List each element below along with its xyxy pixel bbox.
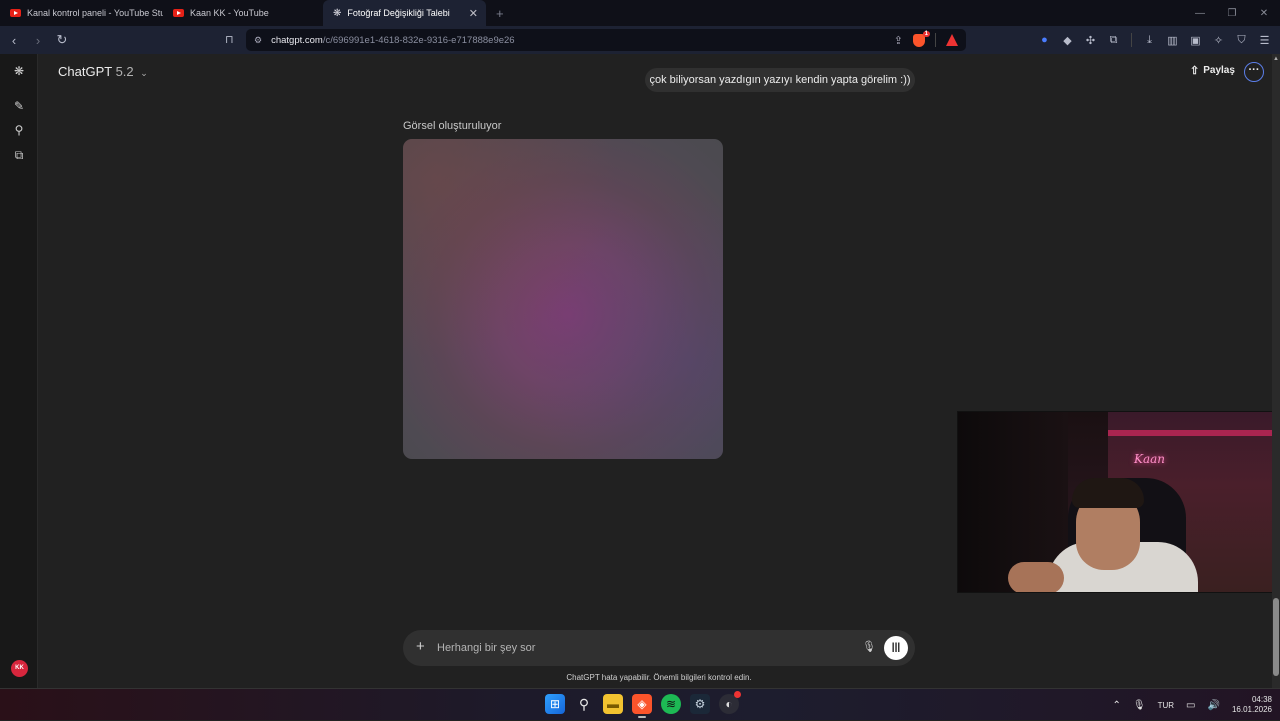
- search-icon[interactable]: ⚲: [574, 694, 594, 714]
- app-icon[interactable]: ◐: [719, 691, 741, 714]
- page-scrollbar-track[interactable]: [1272, 54, 1280, 688]
- taskbar-apps: ⊞ ⚲ ▬ ◈ ≋ ⚙ ◐: [545, 691, 741, 718]
- time: 04:38: [1251, 695, 1272, 704]
- page-scrollbar-thumb[interactable]: [1273, 598, 1279, 676]
- share-icon: ⇧: [1190, 65, 1200, 77]
- chatgpt-sidebar-rail: ❋ ✎ ⚲ ⧉: [0, 54, 38, 688]
- voice-mode-icon[interactable]: |||: [884, 636, 908, 660]
- close-tab-icon[interactable]: ✕: [469, 7, 478, 20]
- divider: [1131, 33, 1132, 47]
- site-info-icon[interactable]: ⚙: [254, 35, 262, 46]
- model-name: ChatGPT: [58, 64, 112, 79]
- user-message: çok biliyorsan yazdıgın yazıyı kendin ya…: [645, 68, 915, 92]
- browser-tab-strip: Kanal kontrol paneli - YouTube Studio Ka…: [0, 0, 1280, 26]
- screenshot-icon[interactable]: ⧉: [1104, 34, 1123, 47]
- volume-icon[interactable]: 🔊: [1208, 700, 1220, 711]
- generating-label: Görsel oluşturuluyor: [403, 120, 502, 132]
- minimize-icon[interactable]: —: [1184, 8, 1216, 19]
- prompt-input[interactable]: [437, 639, 837, 657]
- image-generation-placeholder: [403, 139, 723, 459]
- windows-start-icon[interactable]: ⊞: [545, 694, 565, 714]
- url-path: /c/696991e1-4618-832e-9316-e717888e9e26: [322, 34, 515, 46]
- show-hidden-icons-icon[interactable]: ⌃: [1113, 700, 1121, 711]
- webcam-neon-sign: Kaan: [1134, 452, 1166, 466]
- avatar[interactable]: KK: [11, 660, 28, 677]
- more-options-icon[interactable]: ···: [1244, 62, 1264, 82]
- tab-youtube-channel[interactable]: Kaan KK - YouTube: [163, 0, 323, 26]
- library-icon[interactable]: ⧉: [12, 148, 26, 162]
- clock[interactable]: 04:38 16.01.2026: [1232, 695, 1272, 715]
- system-tray: ⌃ 🎙 TUR ▭ 🔊 04:38 16.01.2026: [1113, 689, 1273, 721]
- webcam-person-hand: [1008, 562, 1064, 592]
- disclaimer-text: ChatGPT hata yapabilir. Önemli bilgileri…: [566, 673, 752, 682]
- brave-browser-icon[interactable]: ◈: [632, 694, 652, 718]
- youtube-icon: [10, 9, 21, 17]
- brave-rewards-icon[interactable]: [946, 34, 958, 46]
- tab-title: Fotoğraf Değişikliği Talebi: [347, 8, 450, 18]
- scroll-up-icon[interactable]: ▲: [1273, 56, 1279, 62]
- model-selector[interactable]: ChatGPT 5.2 ⌄: [58, 64, 148, 79]
- reload-icon[interactable]: ↻: [52, 32, 72, 48]
- extension-circle-icon[interactable]: ●: [1035, 34, 1054, 46]
- windows-taskbar: ⊞ ⚲ ▬ ◈ ≋ ⚙ ◐ ⌃ 🎙 TUR ▭ 🔊 04:38 16.01.20…: [0, 688, 1280, 720]
- search-icon[interactable]: ⚲: [12, 123, 26, 137]
- chevron-down-icon: ⌄: [140, 68, 148, 78]
- extensions-area: ● ◆ ✣ ⧉ ⤓ ▥ ▣ ✧ ⛉ ☰: [1035, 26, 1280, 54]
- address-bar[interactable]: ⚙ chatgpt.com/c/696991e1-4618-832e-9316-…: [246, 29, 966, 51]
- bookmark-icon[interactable]: ⊓: [225, 33, 234, 46]
- chatgpt-icon: ❋: [333, 7, 342, 19]
- url-host: chatgpt.com: [271, 34, 323, 46]
- notification-badge: [734, 691, 741, 698]
- leo-ai-icon[interactable]: ✧: [1209, 34, 1228, 47]
- window-controls: — ❐ ✕: [1184, 0, 1280, 26]
- openai-logo-icon[interactable]: ❋: [12, 64, 26, 78]
- new-chat-icon[interactable]: ✎: [12, 99, 26, 113]
- tab-chatgpt-active[interactable]: ❋ Fotoğraf Değişikliği Talebi ✕: [323, 0, 486, 26]
- language-indicator[interactable]: TUR: [1158, 701, 1174, 710]
- maximize-icon[interactable]: ❐: [1216, 8, 1248, 19]
- tab-title: Kanal kontrol paneli - YouTube Studio: [27, 8, 163, 18]
- webcam-person-hair: [1072, 478, 1144, 508]
- extension-diamond-icon[interactable]: ◆: [1058, 34, 1077, 47]
- spotify-icon[interactable]: ≋: [661, 694, 681, 714]
- webcam-neon-strip: [1108, 430, 1279, 436]
- address-bar-actions: ⇪ 1: [894, 30, 958, 47]
- menu-icon[interactable]: ☰: [1255, 34, 1274, 47]
- tab-youtube-studio[interactable]: Kanal kontrol paneli - YouTube Studio: [0, 0, 163, 26]
- network-icon[interactable]: ▭: [1186, 700, 1195, 711]
- extensions-puzzle-icon[interactable]: ✣: [1081, 34, 1100, 47]
- share-button[interactable]: ⇧ Paylaş: [1190, 64, 1235, 77]
- message-composer: + 🎙 |||: [403, 630, 915, 666]
- new-tab-button[interactable]: +: [496, 6, 504, 21]
- sidebar-toggle-icon[interactable]: ▥: [1163, 34, 1182, 47]
- user-message-text: çok biliyorsan yazdıgın yazıyı kendin ya…: [649, 74, 911, 86]
- back-icon[interactable]: ‹: [4, 33, 24, 48]
- youtube-icon: [173, 9, 184, 17]
- date: 16.01.2026: [1231, 705, 1272, 714]
- webcam-overlay: Kaan: [957, 411, 1280, 593]
- add-attachment-icon[interactable]: +: [416, 638, 425, 655]
- steam-icon[interactable]: ⚙: [690, 694, 710, 714]
- microphone-tray-icon[interactable]: 🎙: [1133, 700, 1146, 711]
- forward-icon[interactable]: ›: [28, 33, 48, 48]
- share-label: Paylaş: [1203, 65, 1235, 76]
- divider: [935, 33, 936, 47]
- wallet-icon[interactable]: ▣: [1186, 34, 1205, 47]
- vpn-shield-icon[interactable]: ⛉: [1232, 34, 1251, 47]
- microphone-icon[interactable]: 🎙: [862, 640, 876, 653]
- model-version: 5.2: [115, 64, 134, 79]
- download-icon[interactable]: ⤓: [1140, 34, 1159, 47]
- close-window-icon[interactable]: ✕: [1248, 8, 1280, 19]
- brave-shields-icon[interactable]: 1: [913, 30, 930, 47]
- file-explorer-icon[interactable]: ▬: [603, 694, 623, 714]
- share-page-icon[interactable]: ⇪: [894, 34, 903, 47]
- shields-count: 1: [922, 30, 930, 37]
- tab-title: Kaan KK - YouTube: [190, 8, 269, 18]
